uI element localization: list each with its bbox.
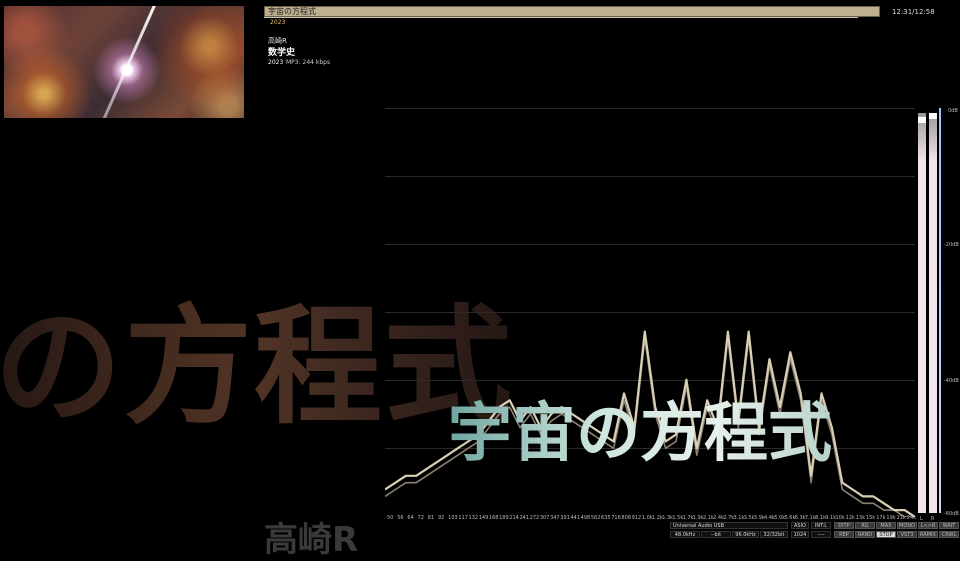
frequency-label: 13k xyxy=(855,515,866,521)
track-year: 2023 xyxy=(268,59,284,66)
frequency-label: 24k xyxy=(906,515,917,521)
frequency-label: 72 xyxy=(417,515,424,521)
frequency-label: 56 xyxy=(397,515,404,521)
int-label: INT:L xyxy=(811,522,831,529)
title-progress-bar[interactable] xyxy=(264,6,880,17)
frequency-label: 189 xyxy=(499,515,509,521)
frequency-label: 132 xyxy=(468,515,479,521)
button-lr-swap[interactable]: L<>R xyxy=(918,522,938,529)
frequency-label: 307 xyxy=(539,515,550,521)
frequency-label: 912 xyxy=(631,515,642,521)
frequency-label: 17k xyxy=(876,515,886,521)
button-stop[interactable]: STOP xyxy=(876,531,896,538)
int-value: ---- xyxy=(811,531,831,538)
db-label: -20dB xyxy=(944,242,959,248)
status-panel: Universal Audio USB 48.0kHz --bit 96.0kH… xyxy=(670,522,960,540)
button-max[interactable]: MAX xyxy=(876,522,896,529)
frequency-label: 64 xyxy=(407,515,414,521)
frequency-label: 716 xyxy=(611,515,621,521)
frequency-label: 214 xyxy=(509,515,519,521)
frequency-label: 498 xyxy=(580,515,591,521)
frequency-label: 168 xyxy=(488,515,499,521)
format-info: MP3: 244 kbps xyxy=(286,59,331,66)
frequency-label: 103 xyxy=(448,515,458,521)
level-meter-left xyxy=(918,113,926,513)
frequency-label: 12k xyxy=(845,515,855,521)
button-mono[interactable]: MONO xyxy=(897,522,917,529)
frequency-label: 562 xyxy=(590,515,601,521)
button-crwl[interactable]: CRWL xyxy=(939,531,959,538)
button-wait[interactable]: WAIT xyxy=(939,522,959,529)
seek-line[interactable] xyxy=(264,17,858,18)
overlay-title: 宇宙の方程式 xyxy=(448,397,832,471)
button-vst3[interactable]: VST3 xyxy=(897,531,917,538)
buffer-size: 1024 xyxy=(791,531,809,538)
frequency-label: 347 xyxy=(550,515,560,521)
album-art xyxy=(4,6,244,118)
button-rg[interactable]: RG xyxy=(855,522,875,529)
meter-scale-line xyxy=(939,108,941,513)
output-bits: 32/32bit xyxy=(760,531,788,538)
frequency-label: 391 xyxy=(560,515,570,521)
bit-depth: --bit xyxy=(701,531,731,538)
frequency-label: 15k xyxy=(866,515,876,521)
button-ditp[interactable]: DITP xyxy=(834,522,854,529)
db-label: 0dB xyxy=(948,108,958,114)
button-ramix[interactable]: RAMIX xyxy=(918,531,938,538)
title-bar-year: 2023 xyxy=(270,19,286,26)
background-artist: 高崎R xyxy=(264,520,359,560)
button-rand[interactable]: RAND xyxy=(855,531,875,538)
frequency-label: 808 xyxy=(621,515,631,521)
frequency-label: 272 xyxy=(529,515,540,521)
album-name: 数学史 xyxy=(268,48,296,58)
frequency-label: 149 xyxy=(478,515,489,521)
output-rate: 96.0kHz xyxy=(732,531,759,538)
frequency-label: 81 xyxy=(427,515,435,521)
frequency-label: 241 xyxy=(519,515,530,521)
frequency-label: 635 xyxy=(601,515,611,521)
frequency-label: 19k xyxy=(886,515,896,521)
output-device: Universal Audio USB xyxy=(670,522,788,529)
button-rep[interactable]: REP xyxy=(834,531,854,538)
db-label: -40dB xyxy=(944,378,959,384)
track-title-bar-text: 宇宙の方程式 xyxy=(268,7,316,16)
db-label: -60dB xyxy=(944,511,959,517)
frequency-label: 10k xyxy=(835,515,845,521)
asio-label: ASIO xyxy=(791,522,809,529)
level-meter-right xyxy=(929,113,937,513)
frequency-label: 21k xyxy=(896,515,906,521)
frequency-label: 117 xyxy=(458,515,468,521)
frequency-label: 92 xyxy=(437,515,445,521)
frequency-label: 50 xyxy=(387,515,394,521)
playback-time: 12:31/12:58 xyxy=(892,8,935,16)
sample-rate: 48.0kHz xyxy=(670,531,700,538)
frequency-label: 441 xyxy=(570,515,580,521)
